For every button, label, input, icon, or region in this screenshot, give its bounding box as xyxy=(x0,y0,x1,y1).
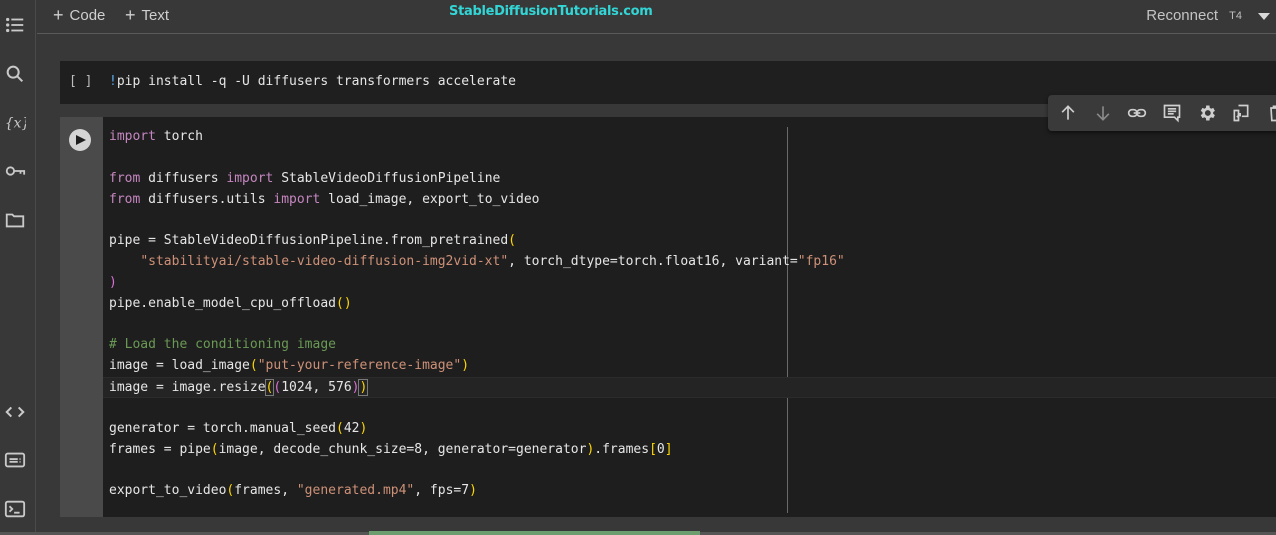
top-toolbar: + Code + Text StableDiffusionTutorials.c… xyxy=(37,0,1276,34)
link-icon[interactable] xyxy=(1125,101,1149,125)
code-snippets-icon[interactable] xyxy=(2,399,28,425)
code-line[interactable]: pipe.enable_model_cpu_offload() xyxy=(109,294,1276,315)
variables-icon[interactable]: {x} xyxy=(2,110,28,136)
command-palette-icon[interactable] xyxy=(2,447,28,473)
cell-gutter xyxy=(60,117,103,517)
run-cell-button[interactable] xyxy=(69,129,91,151)
cell-toolbar xyxy=(1048,95,1276,131)
code-line[interactable]: image = image.resize((1024, 576)) xyxy=(103,377,1276,398)
code-line[interactable]: pipe = StableVideoDiffusionPipeline.from… xyxy=(109,231,1276,252)
code-line[interactable] xyxy=(109,210,1276,231)
delete-icon[interactable] xyxy=(1264,101,1276,125)
code-line[interactable]: # Load the conditioning image xyxy=(109,335,1276,356)
code-line[interactable]: frames = pipe(image, decode_chunk_size=8… xyxy=(109,440,1276,461)
left-sidebar: {x} xyxy=(0,0,36,535)
code-line[interactable] xyxy=(109,398,1276,419)
code-line[interactable]: from diffusers.utils import load_image, … xyxy=(109,190,1276,211)
text-cursor xyxy=(367,380,369,396)
cell-execution-status[interactable]: [ ] xyxy=(69,74,92,89)
runtime-type-badge: T4 xyxy=(1229,10,1242,22)
add-code-label: Code xyxy=(69,6,106,24)
files-folder-icon[interactable] xyxy=(2,207,28,233)
cell-code[interactable]: !pip install -q -U diffusers transformer… xyxy=(109,74,516,89)
code-line[interactable]: "stabilityai/stable-video-diffusion-img2… xyxy=(109,252,1276,273)
comment-icon[interactable] xyxy=(1160,101,1184,125)
move-down-icon[interactable] xyxy=(1091,101,1115,125)
secrets-key-icon[interactable] xyxy=(2,158,28,184)
code-line[interactable]: image = load_image("put-your-reference-i… xyxy=(109,356,1276,377)
watermark-text: StableDiffusionTutorials.com xyxy=(449,4,653,19)
reconnect-button[interactable]: Reconnect xyxy=(1146,7,1218,24)
plus-icon: + xyxy=(53,5,64,25)
table-of-contents-icon[interactable] xyxy=(2,12,28,38)
code-line[interactable]: generator = torch.manual_seed(42) xyxy=(109,419,1276,440)
code-line[interactable] xyxy=(109,461,1276,482)
search-icon[interactable] xyxy=(2,61,28,87)
mirror-cell-icon[interactable] xyxy=(1230,101,1254,125)
add-text-button[interactable]: + Text xyxy=(125,6,169,24)
add-text-label: Text xyxy=(141,6,170,24)
code-editor[interactable]: import torch from diffusers import Stabl… xyxy=(103,127,1276,502)
settings-gear-icon[interactable] xyxy=(1195,101,1219,125)
add-code-button[interactable]: + Code xyxy=(53,6,105,24)
svg-text:{x}: {x} xyxy=(5,116,26,132)
terminal-icon[interactable] xyxy=(2,496,28,522)
code-line[interactable] xyxy=(109,148,1276,169)
move-up-icon[interactable] xyxy=(1056,101,1080,125)
code-line[interactable]: from diffusers import StableVideoDiffusi… xyxy=(109,169,1276,190)
code-line[interactable]: export_to_video(frames, "generated.mp4",… xyxy=(109,481,1276,502)
runtime-dropdown-icon[interactable] xyxy=(1258,13,1270,20)
play-icon xyxy=(76,135,86,145)
code-cell-pipeline[interactable]: import torch from diffusers import Stabl… xyxy=(60,117,1276,517)
plus-icon: + xyxy=(125,5,136,25)
execution-progress-bar xyxy=(369,531,700,535)
code-line[interactable]: ) xyxy=(109,273,1276,294)
code-line[interactable] xyxy=(109,315,1276,336)
